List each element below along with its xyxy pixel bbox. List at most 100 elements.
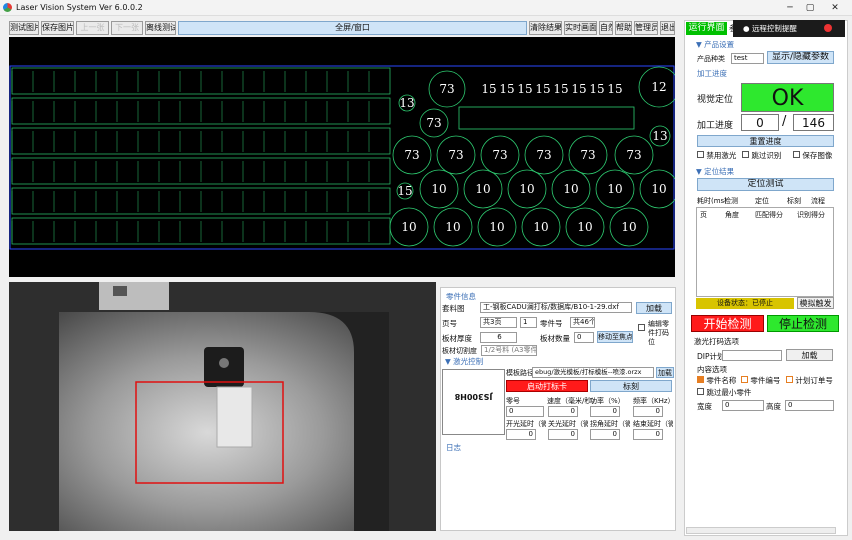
part-number-checkbox[interactable] xyxy=(741,376,748,383)
title-bar: Laser Vision System Ver 6.0.0.2 ─ ▢ ✕ xyxy=(0,0,852,16)
part-circle-label: 73 xyxy=(492,148,507,162)
plan-order-checkbox[interactable] xyxy=(786,376,793,383)
laser-control-section: ▼ 激光控制 xyxy=(445,357,484,366)
remote-control-popup[interactable]: ● 远程控制提醒 xyxy=(733,20,845,37)
timing-flow: 流程 xyxy=(811,197,825,205)
clear-results-button[interactable]: 清除结果 xyxy=(529,21,562,35)
fullscreen-toggle-button[interactable]: 全屏/窗口 xyxy=(178,21,527,35)
file-load-button[interactable]: 加载 xyxy=(636,302,672,314)
save-image-checkbox[interactable] xyxy=(793,151,800,158)
offline-test-button[interactable]: 离线测试 xyxy=(145,21,176,35)
file-label: 套料图 xyxy=(442,304,465,313)
laser-options-label: 激光打码选项 xyxy=(694,337,739,346)
timing-mark: 标刻 xyxy=(787,197,801,205)
edit-mark-checkbox[interactable] xyxy=(638,324,645,331)
stop-detection-button[interactable]: 停止检测 xyxy=(767,315,839,332)
param-head-6: 关光延时（微秒） xyxy=(548,420,588,428)
param-zero-field[interactable]: 0 xyxy=(506,406,544,417)
skip-recog-option[interactable]: 跳过识别 xyxy=(742,150,781,161)
rotate-label: 板材切割度 xyxy=(442,347,477,355)
frequency-field[interactable]: 0 xyxy=(633,406,663,417)
thickness-field[interactable]: 6 xyxy=(480,332,517,343)
nesting-layout-canvas[interactable]: 73 12 15 15 15 15 15 15 15 15 13 73 13 73 73 73 73 73 73 10… xyxy=(9,37,680,277)
file-path-field[interactable]: 工-钢板CADU澜打标/数据库/B10-1-29.dxf xyxy=(480,302,632,313)
disable-laser-label: 禁用激光 xyxy=(706,151,737,160)
part-label-15: 15 xyxy=(535,82,550,96)
start-detection-button[interactable]: 开始检测 xyxy=(691,315,764,332)
toggle-params-button[interactable]: 显示/隐藏参数 xyxy=(767,51,834,64)
dip-load-button[interactable]: 加载 xyxy=(786,349,833,361)
page-count-field[interactable]: 共3页 xyxy=(480,317,517,328)
col-match-score: 匹配得分 xyxy=(755,211,783,219)
template-path-field[interactable]: ebug/激光模板/打标模板--喷漆.orzx xyxy=(532,367,654,378)
speed-field[interactable]: 0 xyxy=(548,406,578,417)
camera-view[interactable] xyxy=(9,282,436,531)
device-status: 设备状态：已停止 xyxy=(696,298,794,309)
plate-count-field[interactable]: 0 xyxy=(574,332,594,343)
admin-button[interactable]: 管理员 xyxy=(634,21,658,35)
height-field[interactable]: 0 xyxy=(785,400,834,411)
plate-count-label: 板材数量 xyxy=(540,334,570,343)
locate-test-button[interactable]: 定位测试 xyxy=(697,178,834,191)
product-type-select[interactable]: test xyxy=(731,53,764,64)
height-label: 高度 xyxy=(766,402,781,411)
prev-image-button[interactable]: 上一张 xyxy=(76,21,109,35)
minimize-button[interactable]: ─ xyxy=(783,2,797,14)
corner-delay-field[interactable]: 0 xyxy=(590,429,620,440)
horizontal-scrollbar[interactable] xyxy=(686,527,836,534)
power-field[interactable]: 0 xyxy=(590,406,620,417)
close-popup-icon[interactable] xyxy=(824,24,832,32)
save-image-option[interactable]: 保存图像 xyxy=(793,150,833,161)
process-section: 加工进度 xyxy=(697,69,727,78)
close-window-button[interactable]: ✕ xyxy=(828,2,842,14)
auto-button[interactable]: 自然 xyxy=(599,21,613,35)
results-table[interactable]: 页 角度 匹配得分 识别得分 xyxy=(696,207,834,297)
mark-button[interactable]: 标刻 xyxy=(590,380,672,392)
popup-text: 远程控制提醒 xyxy=(751,24,797,33)
part-name-option[interactable]: 零件名称 xyxy=(697,375,736,386)
realtime-view-button[interactable]: 实时画面 xyxy=(564,21,597,35)
reset-progress-button[interactable]: 重置进度 xyxy=(697,135,834,147)
part-number-option[interactable]: 零件编号 xyxy=(741,375,780,386)
part-circle-label: 10 xyxy=(563,182,578,196)
test-image-button[interactable]: 测试图片 xyxy=(9,21,39,35)
part-circle-label: 13 xyxy=(399,96,414,110)
save-image-button[interactable]: 保存图片 xyxy=(41,21,74,35)
log-section: 日志 xyxy=(446,443,461,452)
disable-laser-checkbox[interactable] xyxy=(697,151,704,158)
tab-run[interactable]: 运行界面 xyxy=(686,22,727,35)
simulate-trigger-button[interactable]: 模拟触发 xyxy=(797,297,834,309)
param-head-4: 频率（KHz） xyxy=(633,397,675,405)
laser-on-delay-field[interactable]: 0 xyxy=(506,429,536,440)
page-stepper[interactable]: 1 xyxy=(520,317,537,328)
skip-small-checkbox[interactable] xyxy=(697,388,704,395)
vision-locate-label: 视觉定位 xyxy=(697,95,734,105)
col-angle: 角度 xyxy=(725,211,739,219)
width-field[interactable]: 0 xyxy=(722,400,764,411)
dip-field[interactable] xyxy=(722,350,782,361)
page-label: 页号 xyxy=(442,319,457,328)
product-type-label: 产品种类 xyxy=(697,55,725,63)
laser-off-delay-field[interactable]: 0 xyxy=(548,429,578,440)
part-circle-label: 10 xyxy=(651,182,666,196)
plan-order-option[interactable]: 计划订单号 xyxy=(786,375,834,386)
move-to-focus-button[interactable]: 移动至焦点 xyxy=(597,331,633,343)
maximize-button[interactable]: ▢ xyxy=(803,2,817,14)
thickness-label: 板材厚度 xyxy=(442,334,472,343)
next-image-button[interactable]: 下一张 xyxy=(111,21,143,35)
skip-small-option[interactable]: 跳过最小零件 xyxy=(697,387,751,398)
end-delay-field[interactable]: 0 xyxy=(633,429,663,440)
rotate-select[interactable]: 1/2号料 (A3零件) xyxy=(481,345,537,356)
skip-recog-checkbox[interactable] xyxy=(742,151,749,158)
dip-label: DIP计划 xyxy=(697,352,725,361)
plan-order-label: 计划订单号 xyxy=(795,376,833,385)
part-count-field[interactable]: 共46个 xyxy=(570,317,595,328)
help-button[interactable]: 帮助 xyxy=(615,21,632,35)
template-load-button[interactable]: 加载 xyxy=(656,367,674,378)
param-head-8: 结束延时（微秒） xyxy=(633,420,673,428)
exit-button[interactable]: 退出 xyxy=(660,21,675,35)
start-marking-card-button[interactable]: 启动打标卡 xyxy=(506,380,588,392)
part-name-checkbox[interactable] xyxy=(697,376,704,383)
disable-laser-option[interactable]: 禁用激光 xyxy=(697,150,736,161)
vision-ok-indicator: OK xyxy=(741,83,834,112)
